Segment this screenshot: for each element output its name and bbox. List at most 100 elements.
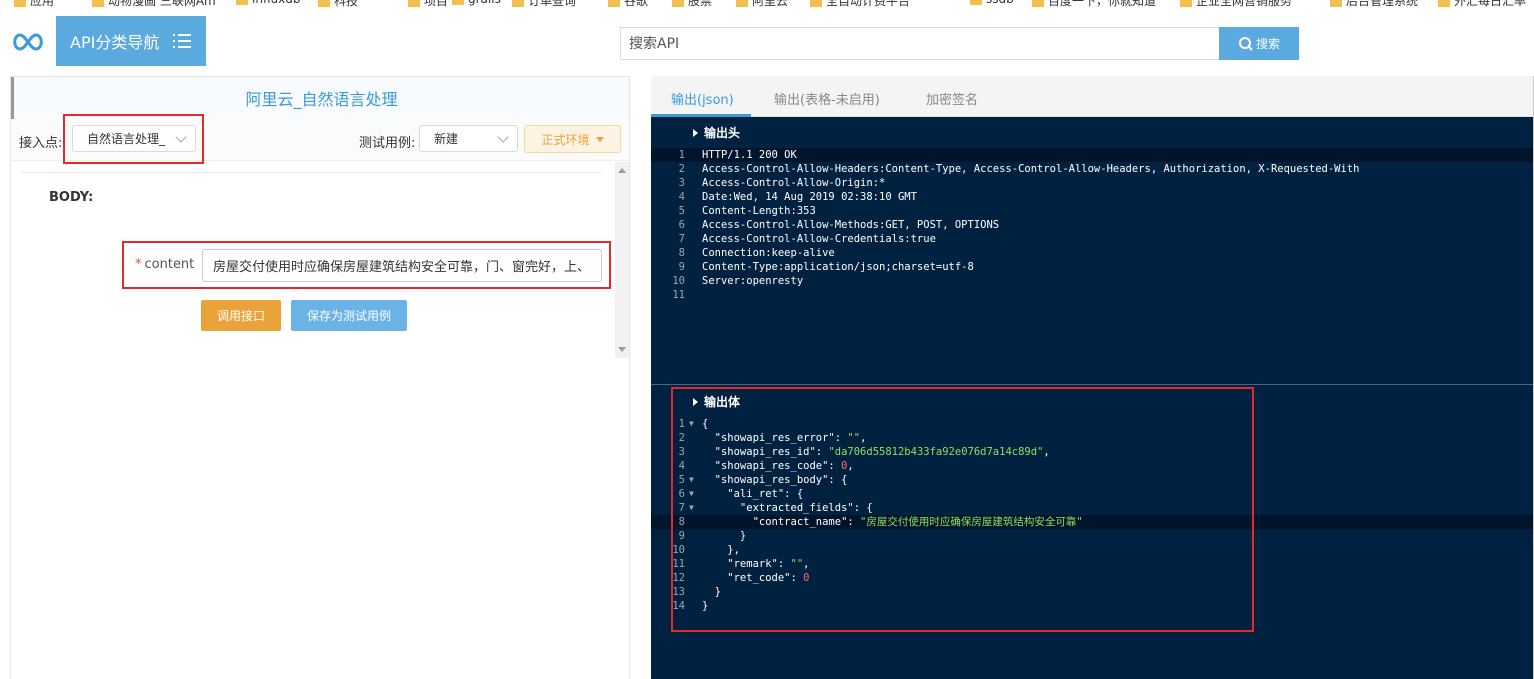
code-line: 3 Access-Control-Allow-Origin:* — [651, 176, 1534, 190]
bookmark-item[interactable]: 阿里云 — [736, 0, 788, 8]
code-line: 5 Content-Length:353 — [651, 204, 1534, 218]
code-text: "showapi_res_id": "da706d55812b433fa92e0… — [702, 446, 1050, 458]
bookmark-item[interactable]: influxdb — [236, 0, 300, 6]
expand-triangle-icon — [693, 128, 698, 137]
scroll-down-icon[interactable] — [618, 347, 626, 352]
bookmark-label: 科技 — [334, 0, 359, 8]
line-number: 6 — [678, 488, 685, 500]
fold-arrow-icon[interactable]: ▼ — [689, 487, 694, 501]
code-text: Server:openresty — [702, 275, 804, 287]
chevron-down-icon — [175, 131, 187, 143]
bookmark-item[interactable]: 动物漫画 三联网Am — [92, 0, 216, 8]
environment-label: 正式环境 — [541, 132, 590, 147]
endpoint-label: 接入点: — [19, 136, 63, 151]
api-category-nav-button[interactable]: API分类导航 — [56, 16, 206, 66]
code-text: } — [702, 586, 721, 598]
code-line: 7 Access-Control-Allow-Credentials:true — [651, 232, 1534, 246]
code-line: 9 Content-Type:application/json;charset=u… — [651, 260, 1534, 274]
output-body-title: 输出体 — [704, 395, 741, 409]
line-number: 7 — [678, 233, 685, 245]
line-number: 1 — [678, 418, 685, 430]
output-header-title: 输出头 — [704, 126, 741, 140]
bookmarks-bar: 应用 动物漫画 三联网Am influxdb 科技 项目 grails 订单查询 谷歌 股票 阿里… — [0, 0, 1534, 8]
content-field-name: content — [144, 257, 195, 272]
bookmark-label: 后台管理系统 — [1346, 0, 1419, 8]
logo-infinity-icon[interactable] — [10, 30, 46, 54]
code-line: 7 ▼ "extracted_fields": { — [651, 501, 1534, 515]
api-request-panel: 阿里云_自然语言处理 接入点: 自然语言处理_ 测试用例: 新建 正式环境 BO… — [10, 76, 630, 679]
bookmark-item[interactable]: 科技 — [318, 0, 358, 8]
fold-arrow-icon[interactable]: ▼ — [689, 417, 694, 431]
folder-icon — [1032, 0, 1044, 7]
bookmark-item[interactable]: 股票 — [672, 0, 712, 8]
code-text: Content-Type:application/json;charset=ut… — [702, 261, 974, 273]
endpoint-select[interactable]: 自然语言处理_ — [72, 125, 196, 152]
divider — [21, 172, 601, 173]
line-number: 4 — [678, 460, 685, 472]
endpoint-select-value: 自然语言处理_ — [87, 132, 166, 146]
fold-arrow-icon[interactable]: ▼ — [689, 473, 694, 487]
code-text: } — [702, 600, 709, 612]
line-number: 14 — [672, 600, 685, 612]
code-text: Content-Length:353 — [702, 205, 816, 217]
search-button[interactable]: 搜索 — [1219, 27, 1299, 60]
folder-icon — [810, 0, 822, 7]
scroll-up-icon[interactable] — [618, 168, 626, 173]
code-text: "extracted_fields": { — [702, 502, 873, 514]
search-button-label: 搜索 — [1255, 37, 1280, 51]
tab-encrypt-sign[interactable]: 加密签名 — [926, 89, 978, 108]
bookmark-label: 股票 — [688, 0, 713, 8]
tab-output-json[interactable]: 输出(json) — [671, 89, 734, 108]
bookmark-item[interactable]: 谷歌 — [608, 0, 648, 8]
line-number: 8 — [678, 247, 685, 259]
section-divider — [651, 384, 1534, 385]
caret-down-icon — [595, 136, 604, 142]
bookmark-label: 应用 — [30, 0, 55, 8]
line-number: 9 — [678, 261, 685, 273]
call-api-button[interactable]: 调用接口 — [201, 300, 281, 331]
bookmark-item[interactable]: 订单查询 — [512, 0, 576, 8]
line-number: 4 — [678, 191, 685, 203]
bookmark-item[interactable]: 企业全网营销服务 — [1180, 0, 1292, 8]
bookmark-label: 项目 — [424, 0, 449, 8]
bookmark-item[interactable]: 全自动计费平台 — [810, 0, 910, 8]
code-text: HTTP/1.1 200 OK — [702, 149, 797, 161]
testcase-select[interactable]: 新建 — [419, 125, 518, 152]
bookmark-item[interactable]: 外汇每日汇率 — [1438, 0, 1526, 8]
bookmark-label: 百度一下，你就知道 — [1048, 0, 1157, 8]
content-input[interactable] — [202, 249, 602, 282]
folder-icon — [970, 0, 982, 5]
bookmark-item[interactable]: grails — [452, 0, 501, 6]
body-label: BODY: — [49, 190, 94, 205]
form-scrollbar[interactable] — [615, 162, 629, 358]
bookmark-label: 动物漫画 三联网Am — [108, 0, 216, 8]
bookmark-item[interactable]: ssdb — [970, 0, 1014, 6]
bookmark-label: 阿里云 — [752, 0, 789, 8]
list-menu-icon — [173, 33, 192, 49]
required-mark: * — [135, 257, 142, 272]
code-text: Date:Wed, 14 Aug 2019 02:38:10 GMT — [702, 191, 917, 203]
folder-icon — [512, 0, 524, 7]
code-line: 2 Access-Control-Allow-Headers:Content-Ty… — [651, 162, 1534, 176]
line-number: 7 — [678, 502, 685, 514]
code-line: 13 } — [651, 585, 1534, 599]
bookmark-item[interactable]: 后台管理系统 — [1330, 0, 1418, 8]
bookmark-item[interactable]: 项目 — [408, 0, 448, 8]
bookmark-item[interactable]: 应用 — [14, 0, 54, 8]
tab-output-table[interactable]: 输出(表格-未启用) — [774, 89, 880, 108]
code-text: }, — [702, 544, 740, 556]
environment-dropdown[interactable]: 正式环境 — [524, 125, 621, 153]
line-number: 12 — [672, 572, 685, 584]
output-header-toggle[interactable]: 输出头 — [693, 124, 740, 141]
bookmark-item[interactable]: 百度一下，你就知道 — [1032, 0, 1156, 8]
line-number: 13 — [672, 586, 685, 598]
content-field-label: * content — [135, 257, 194, 272]
code-line: 3 "showapi_res_id": "da706d55812b433fa92… — [651, 445, 1534, 459]
output-body-toggle[interactable]: 输出体 — [693, 393, 740, 410]
search-icon — [1238, 36, 1253, 51]
save-testcase-button[interactable]: 保存为测试用例 — [291, 300, 407, 331]
fold-arrow-icon[interactable]: ▼ — [689, 501, 694, 515]
folder-icon — [452, 0, 464, 5]
line-number: 9 — [678, 530, 685, 542]
search-api-input[interactable] — [620, 27, 1220, 60]
